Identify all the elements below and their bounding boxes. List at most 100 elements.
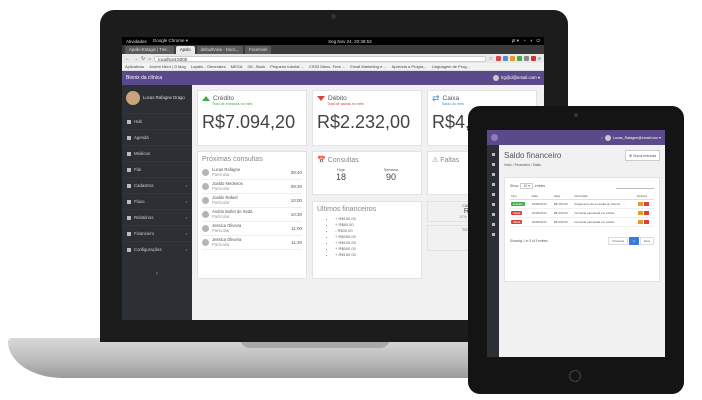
- edit-icon[interactable]: [637, 219, 643, 224]
- home-icon[interactable]: ⌂: [148, 56, 151, 62]
- appointment-item[interactable]: Jessica Oliveira Particular 11:30: [202, 236, 302, 250]
- appointment-item[interactable]: Andrio Bullet de Seda Particular 10:30: [202, 208, 302, 222]
- bookmark[interactable]: Aplicativos: [125, 64, 144, 69]
- appointment-item[interactable]: Lucas Rafagne Particular 09:40: [202, 166, 302, 180]
- sidebar-item[interactable]: Relatórios ‹: [122, 209, 192, 225]
- credit-value: R$7.094,20: [202, 112, 296, 132]
- delete-icon[interactable]: [643, 210, 649, 215]
- bookmark[interactable]: Linguagem de Prog...: [432, 64, 470, 69]
- star-icon[interactable]: ☆: [489, 56, 493, 62]
- appointment-item[interactable]: Joaldo Medeiros Particular 09:30: [202, 180, 302, 194]
- app-brand[interactable]: Bionix da clínica: [126, 75, 162, 81]
- language-indicator[interactable]: pt ▾: [512, 38, 519, 44]
- activities-button[interactable]: Atividades: [126, 39, 147, 44]
- table-row[interactable]: Saída 10/06/2014 R$ 300,00 Consulta parcela…: [510, 208, 654, 218]
- cell-description: Consulta parcelada em cartão: [573, 217, 636, 227]
- extension-icon[interactable]: [517, 55, 523, 61]
- page-button[interactable]: 1: [629, 237, 639, 245]
- volume-icon[interactable]: ◖: [530, 38, 533, 44]
- sidebar-item[interactable]: Médicos: [122, 145, 192, 161]
- search-input[interactable]: [616, 184, 654, 189]
- sidebar-item-label: Médicos: [134, 151, 151, 156]
- sidebar-item[interactable]: Financeiro ‹: [122, 225, 192, 241]
- address-bar: ← → ↻ ⌂ localhost:5000 ☆ ≡: [122, 54, 544, 63]
- prev-page-button[interactable]: Previous: [608, 237, 629, 245]
- delete-icon[interactable]: [643, 201, 649, 206]
- profile-name: Lucas Rafagne Drago: [143, 95, 185, 101]
- sidebar-item[interactable]: Fluxo ‹: [122, 193, 192, 209]
- nav-icon[interactable]: [491, 153, 495, 156]
- patient-plan: Particular: [212, 227, 230, 233]
- bookmark[interactable]: MEGA: [231, 64, 243, 69]
- extension-icons: ≡: [496, 55, 541, 62]
- bookmark[interactable]: Git - Book: [247, 64, 265, 69]
- notification-icon[interactable]: ●: [601, 136, 603, 140]
- edit-icon[interactable]: [637, 201, 643, 206]
- delete-icon[interactable]: [643, 219, 649, 224]
- bookmark[interactable]: Loyalin - Generates: [191, 64, 226, 69]
- sidebar-item[interactable]: Configurações ‹: [122, 241, 192, 257]
- next-page-button[interactable]: Next: [639, 237, 654, 245]
- forward-icon[interactable]: →: [133, 56, 138, 62]
- nav-icon[interactable]: [491, 223, 495, 226]
- new-entry-button[interactable]: ⊕ Nova entrada: [624, 150, 660, 161]
- sidebar-item[interactable]: Cadastros ‹: [122, 177, 192, 193]
- wifi-icon[interactable]: ◔: [523, 38, 526, 44]
- bookmark[interactable]: Email Marketing e ...: [350, 64, 386, 69]
- chevron-icon: ‹: [185, 183, 187, 188]
- bookmark[interactable]: Aprenda a Progra...: [392, 64, 427, 69]
- app-header: Bionix da clínica lrg@d@email.com ▾: [122, 71, 544, 85]
- browser-tab[interactable]: Apollo-Estagio | Trel...: [125, 46, 174, 54]
- reload-icon[interactable]: ↻: [141, 56, 145, 62]
- table-row[interactable]: Saída 10/06/2014 R$ 300,00 Consulta parcela…: [510, 217, 654, 227]
- menu-icon: [127, 151, 131, 156]
- appointment-item[interactable]: Jessica Oliveira Particular 11:00: [202, 222, 302, 236]
- bookmark[interactable]: Pequeno tutorial ...: [270, 64, 304, 69]
- collapse-sidebar-icon[interactable]: ‹: [122, 271, 192, 277]
- nav-icon[interactable]: [491, 163, 495, 166]
- user-menu[interactable]: lrg@d@email.com ▾: [493, 75, 540, 81]
- menu-icon[interactable]: ≡: [538, 56, 541, 62]
- bookmark[interactable]: Jovem Nerd | O blog: [149, 64, 186, 69]
- menu-icon: [127, 199, 131, 204]
- url-input[interactable]: localhost:5000: [154, 55, 486, 62]
- sidebar-item[interactable]: Agenda: [122, 129, 192, 145]
- app-menu[interactable]: Google Chrome ▾: [153, 38, 188, 44]
- user-email: Lucas_Rafagne@email.com ▾: [612, 135, 661, 140]
- entries-select[interactable]: 10 ▾: [520, 183, 533, 189]
- browser-tab[interactable]: defaultView - Docs...: [196, 46, 243, 54]
- power-icon[interactable]: ⏻: [536, 38, 540, 44]
- app-logo[interactable]: [491, 134, 498, 141]
- sidebar-item[interactable]: Hub: [122, 113, 192, 129]
- menu-icon: [127, 247, 131, 252]
- cell-date: 10/06/2014: [530, 217, 553, 227]
- sidebar-item[interactable]: Fila: [122, 161, 192, 177]
- clock[interactable]: Seg Nov 24, 20:38:53: [328, 39, 372, 44]
- extension-icon[interactable]: [531, 55, 537, 61]
- nav-icon[interactable]: [491, 213, 495, 216]
- nav-icon[interactable]: [491, 233, 495, 236]
- sidebar-item-label: Relatórios: [134, 215, 154, 220]
- extension-icon[interactable]: [510, 55, 516, 61]
- extension-icon[interactable]: [503, 55, 509, 61]
- avatar: [202, 183, 209, 190]
- menu-icon: [127, 215, 131, 220]
- bookmark[interactable]: CSS3 Menu. Free ...: [309, 64, 345, 69]
- extension-icon[interactable]: [496, 55, 502, 61]
- back-icon[interactable]: ←: [125, 56, 130, 62]
- browser-tab[interactable]: Facebook: [244, 46, 272, 54]
- chevron-icon: ‹: [185, 231, 187, 236]
- table-row[interactable]: Entrada 10/06/2014 R$ 150,00 Pagamento da c…: [510, 199, 654, 209]
- credit-subtitle: Total de entradas no mês: [212, 102, 253, 106]
- appointment-item[interactable]: Joaldo Rafael Particular 10:00: [202, 194, 302, 208]
- user-menu[interactable]: ● Lucas_Rafagne@email.com ▾: [601, 134, 661, 141]
- edit-icon[interactable]: [637, 210, 643, 215]
- nav-icon[interactable]: [491, 193, 495, 196]
- extension-icon[interactable]: [524, 55, 530, 61]
- nav-icon[interactable]: [491, 173, 495, 176]
- browser-tab-active[interactable]: Apolo: [175, 46, 195, 54]
- nav-icon[interactable]: [491, 183, 495, 186]
- avatar: [493, 75, 500, 81]
- bookmarks-bar: Aplicativos Jovem Nerd | O blog Loyalin …: [122, 63, 544, 71]
- nav-icon[interactable]: [491, 203, 495, 206]
